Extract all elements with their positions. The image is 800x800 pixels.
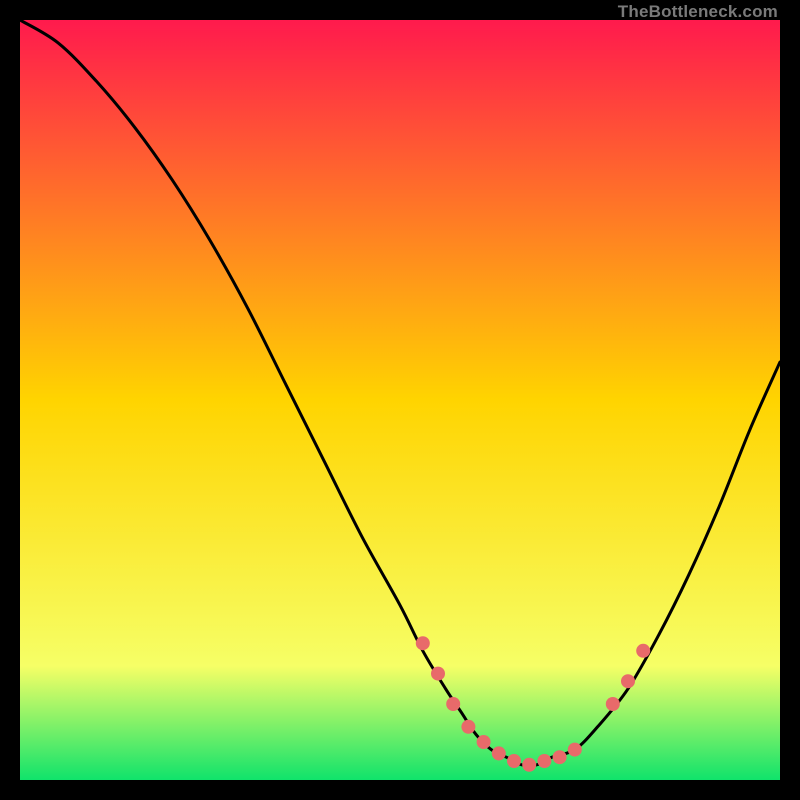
chart-svg <box>20 20 780 780</box>
sample-dot <box>507 754 521 768</box>
sample-dot <box>606 697 620 711</box>
attribution-text: TheBottleneck.com <box>618 2 778 22</box>
sample-dot <box>621 674 635 688</box>
sample-dot <box>636 644 650 658</box>
chart-frame <box>20 20 780 780</box>
sample-dot <box>568 743 582 757</box>
sample-dot <box>553 750 567 764</box>
gradient-background <box>20 20 780 780</box>
sample-dot <box>416 636 430 650</box>
sample-dot <box>492 746 506 760</box>
sample-dot <box>446 697 460 711</box>
sample-dot <box>537 754 551 768</box>
sample-dot <box>461 720 475 734</box>
sample-dot <box>522 758 536 772</box>
sample-dot <box>431 667 445 681</box>
sample-dot <box>477 735 491 749</box>
